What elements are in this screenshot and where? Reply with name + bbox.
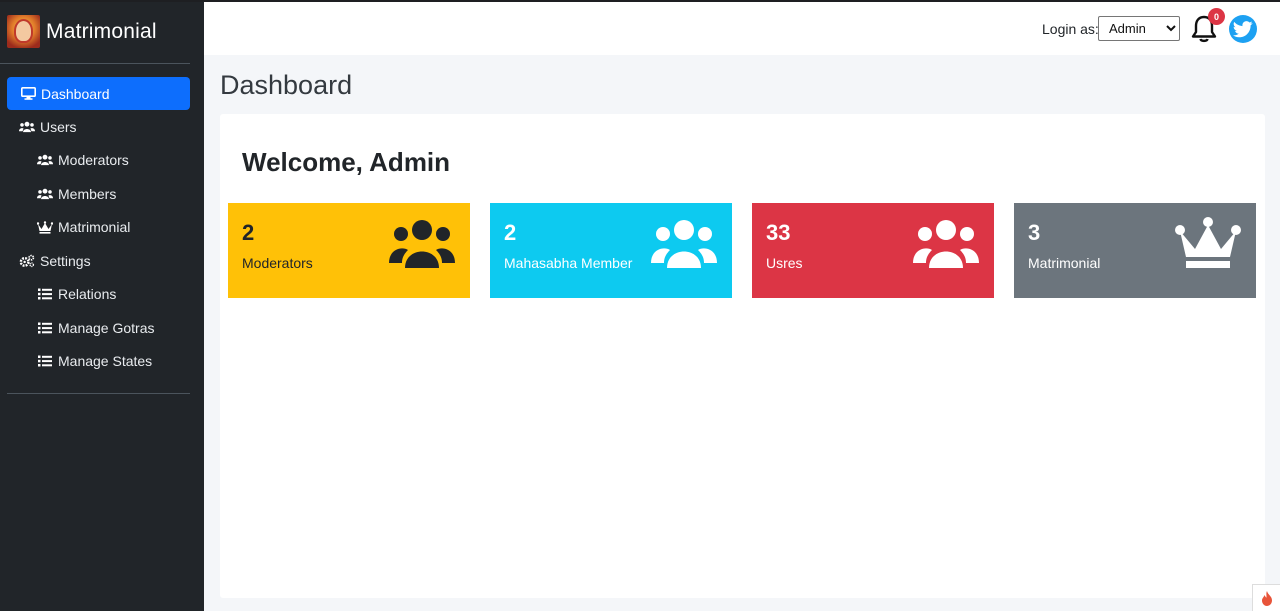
desktop-icon [20, 87, 36, 101]
sidebar-item-label: Members [58, 185, 117, 202]
sidebar-item-label: Users [40, 118, 77, 135]
users-icon [913, 220, 979, 268]
sidebar-item-settings[interactable]: Settings [0, 244, 204, 278]
brand-link[interactable]: Matrimonial [0, 0, 190, 64]
brand-name: Matrimonial [46, 19, 157, 43]
welcome-heading: Welcome, Admin [242, 147, 451, 177]
stat-count: 3 [1028, 220, 1041, 245]
gears-icon [19, 254, 35, 268]
sidebar-item-users[interactable]: Users [0, 110, 204, 144]
sidebar-item-label: Manage Gotras [58, 319, 155, 336]
list-icon [37, 321, 53, 335]
twitter-icon[interactable] [1229, 15, 1257, 43]
top-navbar: Login as: Admin 0 [204, 2, 1280, 55]
stat-count: 2 [504, 220, 517, 245]
deity-logo-icon [7, 15, 40, 48]
users-icon [37, 153, 53, 167]
role-select[interactable]: Admin [1098, 16, 1180, 41]
sidebar-item-label: Dashboard [41, 85, 110, 102]
crown-icon [37, 220, 53, 234]
sidebar-nav: Dashboard Users Moderators Members Matri… [0, 77, 204, 378]
sidebar-item-label: Relations [58, 286, 117, 303]
sidebar-item-matrimonial[interactable]: Matrimonial [0, 211, 204, 245]
stat-count: 2 [242, 220, 255, 245]
users-icon [389, 220, 455, 268]
crown-icon [1175, 217, 1241, 268]
notification-badge: 0 [1208, 8, 1225, 25]
sidebar-item-manage-gotras[interactable]: Manage Gotras [0, 311, 204, 345]
list-icon [37, 354, 53, 368]
users-icon [651, 220, 717, 268]
stat-card-matrimonial[interactable]: 3 Matrimonial [1014, 203, 1256, 298]
sidebar-item-dashboard[interactable]: Dashboard [7, 77, 190, 110]
sidebar-item-label: Settings [40, 252, 91, 269]
stat-label: Mahasabha Member [504, 255, 633, 271]
sidebar-item-label: Manage States [58, 353, 153, 370]
sidebar-item-relations[interactable]: Relations [0, 278, 204, 312]
stat-count: 33 [766, 220, 791, 245]
sidebar-item-moderators[interactable]: Moderators [0, 144, 204, 178]
stat-label: Moderators [242, 255, 313, 271]
sidebar: Matrimonial Dashboard Users Moderators M… [0, 0, 204, 611]
sidebar-item-manage-states[interactable]: Manage States [0, 345, 204, 379]
stat-card-users[interactable]: 33 Usres [752, 203, 994, 298]
sidebar-item-members[interactable]: Members [0, 177, 204, 211]
fire-icon[interactable] [1252, 584, 1280, 611]
dashboard-panel: Welcome, Admin 2 Moderators 2 Mahasabha … [220, 114, 1265, 598]
sidebar-item-label: Moderators [58, 152, 129, 169]
list-icon [37, 287, 53, 301]
stat-card-mahasabha-member[interactable]: 2 Mahasabha Member [490, 203, 732, 298]
stat-label: Usres [766, 255, 803, 271]
sidebar-item-label: Matrimonial [58, 219, 131, 236]
users-icon [37, 187, 53, 201]
window-top-border [0, 0, 1280, 2]
page-title: Dashboard [220, 70, 353, 100]
stat-card-moderators[interactable]: 2 Moderators [228, 203, 470, 298]
stat-label: Matrimonial [1028, 255, 1101, 271]
users-icon [19, 120, 35, 134]
login-as-label: Login as: [1042, 21, 1099, 37]
sidebar-divider [7, 393, 190, 394]
